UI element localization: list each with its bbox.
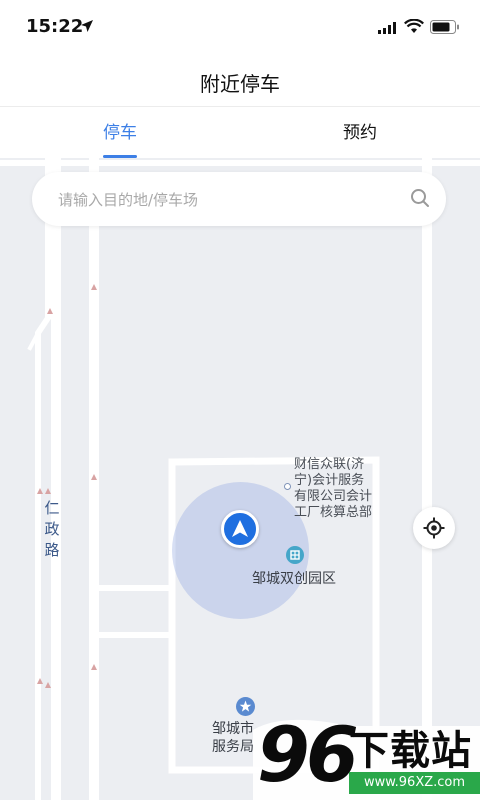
poi-gov-label[interactable]: 邹城市 服务局 (212, 720, 254, 756)
user-location-marker (221, 510, 259, 548)
tab-parking[interactable]: 停车 (0, 107, 240, 159)
tab-bar: 停车 预约 (0, 106, 480, 159)
battery-icon (430, 20, 459, 34)
watermark-url: www.96XZ.com (349, 772, 480, 794)
watermark-text: 下载站 (349, 728, 472, 774)
site-watermark: 96 下载站 www.96XZ.com (253, 710, 480, 800)
search-bar (32, 172, 446, 226)
locate-me-button[interactable] (413, 507, 455, 549)
status-bar: 15:22 (0, 0, 480, 56)
poi-company-label[interactable]: 财信众联(济 宁)会计服务 有限公司会计 工厂核算总部 (294, 457, 372, 521)
poi-park-label[interactable]: 邹城双创园区 (252, 571, 336, 587)
watermark-logo: 96 (257, 710, 359, 799)
park-building-icon[interactable] (286, 546, 304, 564)
government-star-icon[interactable] (236, 697, 255, 716)
status-time: 15:22 (26, 16, 84, 37)
wifi-icon (404, 19, 424, 33)
cellular-signal-icon (378, 22, 396, 34)
location-arrow-icon (81, 20, 93, 32)
page-title: 附近停车 (200, 72, 280, 96)
crosshair-icon (423, 517, 445, 539)
search-input[interactable] (56, 186, 400, 214)
road-label: 仁 政 路 (44, 499, 60, 559)
tab-reservation[interactable]: 预约 (240, 107, 480, 159)
search-icon[interactable] (410, 188, 430, 208)
nav-bar: 附近停车 (0, 56, 480, 106)
poi-marker-dot[interactable] (284, 483, 291, 490)
navigation-arrow-icon (232, 520, 248, 537)
